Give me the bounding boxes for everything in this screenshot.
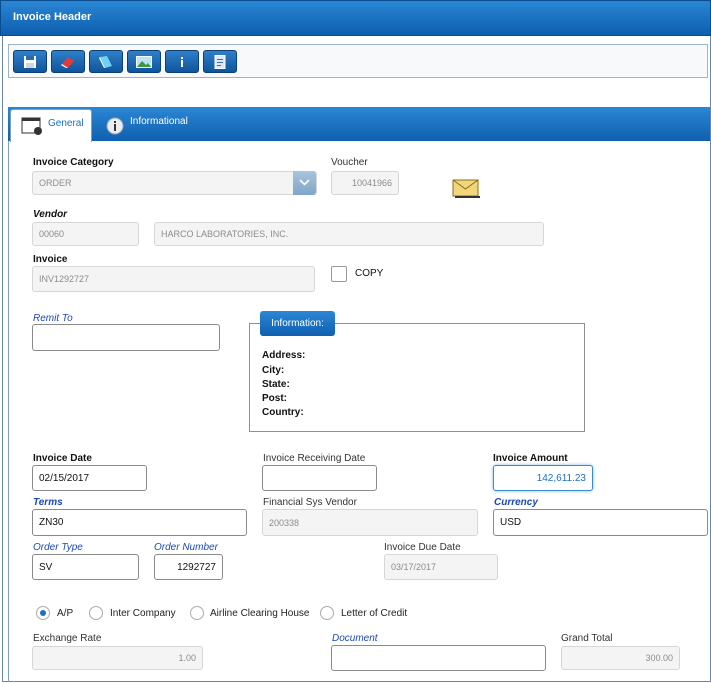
exchange-rate-value: 1.00 [178,653,196,663]
window-icon [21,117,42,135]
info-button[interactable] [165,50,199,73]
financial-sys-vendor-value: 200338 [269,517,300,528]
save-button[interactable] [13,50,47,73]
invoice-date-input[interactable]: 02/15/2017 [32,465,147,491]
remit-to-input[interactable] [32,324,220,351]
radio-inter-company-label: Inter Company [110,608,176,619]
tab-general[interactable]: General [10,109,92,142]
invoice-amount-input[interactable]: 142,611.23 [493,465,593,491]
information-panel-title: Information: [260,311,335,336]
financial-sys-vendor-label: Financial Sys Vendor [263,497,357,508]
radio-letter-of-credit[interactable] [320,606,334,620]
financial-sys-vendor-field: 200338 [262,509,478,536]
invoice-value: INV1292727 [39,274,90,284]
book-icon [99,55,112,68]
currency-value: USD [500,517,522,528]
window-title: Invoice Header [13,11,92,23]
terms-input[interactable]: ZN30 [32,509,247,536]
document-input[interactable] [331,645,546,671]
radio-airline-clearing-house-label: Airline Clearing House [210,608,310,619]
invoice-date-value: 02/15/2017 [39,472,90,484]
vendor-label: Vendor [33,209,68,220]
grand-total-label: Grand Total [561,633,613,644]
voucher-field: 10041966 [331,171,399,195]
state-label: State: [262,379,290,390]
radio-inter-company[interactable] [89,606,103,620]
invoice-date-label: Invoice Date [33,453,92,464]
attachment-image-button[interactable] [127,50,161,73]
city-label: City: [262,365,285,376]
order-number-value: 1292727 [177,561,216,573]
invoice-field: INV1292727 [32,266,315,292]
radio-letter-of-credit-label: Letter of Credit [341,608,408,619]
save-icon [24,55,36,68]
toolbar [8,44,708,78]
invoice-due-date-label: Invoice Due Date [384,542,461,553]
voucher-label: Voucher [331,157,368,168]
invoice-amount-value: 142,611.23 [536,472,586,484]
order-number-input[interactable]: 1292727 [154,554,223,580]
grand-total-field: 300.00 [561,646,680,670]
order-number-label: Order Number [154,542,218,553]
vendor-name-value: HARCO LABORATORIES, INC. [161,229,289,239]
invoice-due-date-value: 03/17/2017 [391,562,437,572]
document-icon [214,54,226,69]
clear-button[interactable] [51,50,85,73]
invoice-due-date-field: 03/17/2017 [384,554,498,580]
post-label: Post: [262,393,287,404]
grand-total-value: 300.00 [645,653,673,663]
invoice-category-dropdown-button[interactable] [293,171,316,195]
invoice-label: Invoice [33,254,68,265]
exchange-rate-label: Exchange Rate [33,633,102,644]
invoice-category-value: ORDER [39,178,72,188]
radio-airline-clearing-house[interactable] [190,606,204,620]
currency-label: Currency [494,497,538,508]
vendor-code-value: 00060 [39,229,65,239]
info-icon [181,56,183,67]
exchange-rate-field: 1.00 [32,646,203,670]
order-type-label: Order Type [33,542,83,553]
invoice-category-label: Invoice Category [33,157,114,168]
terms-label: Terms [33,497,63,508]
invoice-category-select[interactable]: ORDER [32,171,317,195]
country-label: Country: [262,407,304,418]
tab-informational-label: Informational [130,116,188,127]
invoice-receiving-date-label: Invoice Receiving Date [263,453,366,464]
remit-to-label: Remit To [33,313,73,324]
copy-checkbox[interactable] [331,266,347,282]
currency-input[interactable]: USD [493,509,708,536]
invoice-amount-label: Invoice Amount [493,453,568,464]
address-label: Address: [262,350,306,361]
order-type-input[interactable]: SV [32,554,139,580]
vendor-code-field: 00060 [32,222,139,246]
window-title-bar: Invoice Header [0,0,711,36]
image-icon [136,55,152,68]
invoice-receiving-date-input[interactable] [262,465,377,491]
envelope-icon[interactable] [452,179,480,198]
radio-ap-label: A/P [57,608,74,619]
notes-button[interactable] [89,50,123,73]
tab-general-label: General [48,118,84,129]
order-type-value: SV [39,561,53,573]
chevron-down-icon [299,179,310,186]
document-button[interactable] [203,50,237,73]
info-circle-icon [106,117,124,135]
eraser-icon [61,56,74,68]
vendor-name-field: HARCO LABORATORIES, INC. [154,222,544,246]
radio-ap[interactable] [36,606,50,620]
document-label: Document [332,633,378,644]
copy-label: COPY [355,268,384,279]
terms-value: ZN30 [39,517,64,528]
voucher-value: 10041966 [351,178,392,188]
